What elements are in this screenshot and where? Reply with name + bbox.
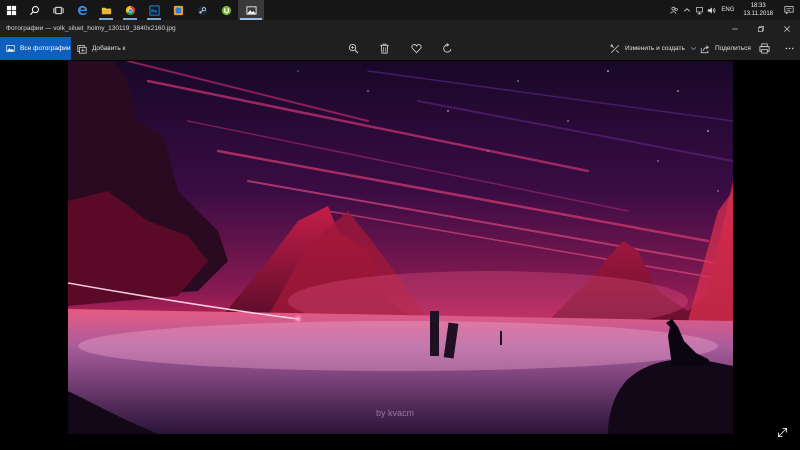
volume-button[interactable]: [705, 0, 717, 20]
close-icon: [784, 25, 790, 32]
photos-icon: [246, 5, 256, 15]
edit-create-label: Изменить и создать: [625, 45, 685, 52]
start-button[interactable]: [0, 0, 22, 20]
printer-icon: [759, 43, 769, 54]
taskbar: Ps ENG 18:33 13.11.2018: [0, 0, 800, 20]
print-button[interactable]: [753, 37, 775, 60]
language-indicator[interactable]: ENG: [717, 0, 738, 20]
edit-icon: [610, 44, 620, 53]
steam-icon: [197, 5, 207, 15]
share-icon: [700, 44, 709, 53]
window-controls: [722, 20, 800, 37]
chrome-icon: [125, 5, 135, 15]
folder-icon: [101, 7, 111, 14]
notification-icon: [784, 6, 794, 15]
add-to-album-icon: [77, 44, 87, 54]
more-options-button[interactable]: [778, 37, 800, 60]
rotate-icon: [442, 43, 451, 53]
image-viewer[interactable]: by kvacm: [0, 60, 800, 450]
all-photos-button[interactable]: Все фотографии: [0, 37, 71, 60]
clock-time: 18:33: [750, 3, 766, 9]
svg-text:Ps: Ps: [151, 8, 157, 13]
taskbar-app-photos[interactable]: [238, 0, 264, 20]
heart-icon: [410, 44, 422, 54]
taskbar-app-file-explorer[interactable]: [94, 0, 118, 20]
trash-icon: [379, 43, 389, 54]
add-to-label: Добавить к: [92, 45, 126, 52]
command-bar: Все фотографии Добавить к Изменить и соз…: [0, 37, 800, 60]
zoom-in-icon: [348, 43, 358, 54]
task-view-button[interactable]: [46, 0, 70, 20]
tray-overflow-button[interactable]: [681, 0, 693, 20]
taskbar-app-utorrent[interactable]: [214, 0, 238, 20]
taskbar-app-steam[interactable]: [190, 0, 214, 20]
taskbar-app-edge[interactable]: [70, 0, 94, 20]
network-icon: [696, 6, 703, 14]
edit-create-button[interactable]: Изменить и создать: [610, 37, 697, 60]
wolf-silhouette-image: by kvacm: [68, 61, 733, 434]
system-tray: ENG 18:33 13.11.2018: [667, 0, 800, 20]
taskbar-app-photoshop[interactable]: Ps: [142, 0, 166, 20]
taskbar-app-green[interactable]: [166, 0, 190, 20]
clock[interactable]: 18:33 13.11.2018: [738, 2, 778, 18]
expand-icon: [777, 427, 787, 437]
edge-icon: [77, 5, 87, 15]
people-icon: [670, 6, 678, 14]
all-photos-label: Все фотографии: [20, 45, 71, 52]
photo-watermark: by kvacm: [376, 408, 414, 418]
share-label: Поделиться: [715, 45, 751, 52]
restore-icon: [758, 25, 764, 32]
minimize-icon: [732, 28, 738, 29]
full-screen-button[interactable]: [774, 424, 790, 440]
search-button[interactable]: [22, 0, 46, 20]
photo[interactable]: by kvacm: [68, 61, 733, 434]
clock-date: 13.11.2018: [743, 11, 773, 17]
restore-button[interactable]: [748, 20, 774, 37]
zoom-button[interactable]: [342, 37, 364, 60]
rotate-button[interactable]: [436, 37, 458, 60]
chevron-down-icon: [690, 47, 696, 51]
task-view-icon: [52, 6, 64, 14]
more-icon: [785, 47, 793, 50]
photoshop-icon: Ps: [149, 5, 159, 15]
photos-icon: [6, 45, 15, 52]
chevron-up-icon: [684, 8, 691, 12]
title-bar: Фотографии — volk_siluet_holmy_130119_38…: [0, 20, 800, 37]
window-title: Фотографии — volk_siluet_holmy_130119_38…: [6, 25, 176, 32]
windows-icon: [6, 5, 16, 15]
action-center-button[interactable]: [778, 0, 800, 20]
utorrent-icon: [221, 5, 231, 15]
delete-button[interactable]: [373, 37, 395, 60]
taskbar-app-chrome[interactable]: [118, 0, 142, 20]
share-button[interactable]: Поделиться: [700, 37, 751, 60]
minimize-button[interactable]: [722, 20, 748, 37]
favorite-button[interactable]: [405, 37, 427, 60]
people-button[interactable]: [667, 0, 681, 20]
add-to-button[interactable]: Добавить к: [77, 37, 125, 60]
speaker-icon: [707, 7, 716, 13]
search-icon: [29, 5, 39, 15]
app-tile-icon: [173, 5, 183, 15]
close-button[interactable]: [774, 20, 800, 37]
network-button[interactable]: [693, 0, 705, 20]
